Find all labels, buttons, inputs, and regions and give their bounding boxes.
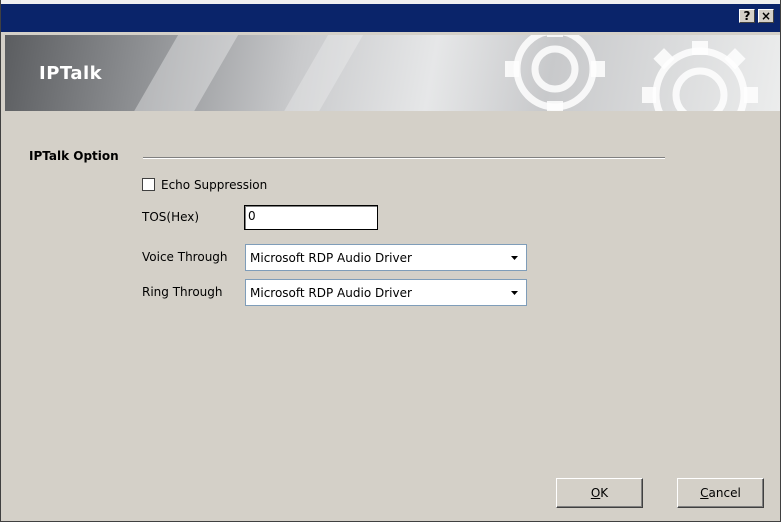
ok-mnemonic: O bbox=[590, 486, 601, 500]
tos-label: TOS(Hex) bbox=[142, 210, 200, 224]
banner-title: IPTalk bbox=[39, 63, 103, 84]
chevron-down-icon bbox=[511, 255, 518, 260]
voice-through-select[interactable]: Microsoft RDP Audio Driver bbox=[245, 244, 527, 271]
ip-talk-dialog: ? × IPTalk IPTalk Option Echo Suppressio… bbox=[0, 0, 781, 522]
echo-suppression-checkbox[interactable] bbox=[142, 178, 155, 191]
chevron-down-icon bbox=[511, 290, 518, 295]
title-bar[interactable]: ? × bbox=[1, 0, 780, 32]
ring-through-value: Microsoft RDP Audio Driver bbox=[250, 286, 412, 300]
gears-icon bbox=[505, 35, 758, 111]
cancel-mnemonic: C bbox=[700, 486, 709, 500]
help-button[interactable]: ? bbox=[739, 9, 755, 23]
echo-suppression-label[interactable]: Echo Suppression bbox=[161, 178, 267, 192]
help-icon: ? bbox=[743, 9, 751, 23]
header-banner: IPTalk bbox=[5, 35, 780, 111]
cancel-button[interactable]: Cancel bbox=[677, 478, 764, 508]
voice-through-value: Microsoft RDP Audio Driver bbox=[250, 251, 412, 265]
ring-through-label: Ring Through bbox=[142, 285, 223, 299]
ok-label-rest: K bbox=[600, 486, 609, 500]
close-button[interactable]: × bbox=[758, 9, 774, 23]
section-title: IPTalk Option bbox=[29, 149, 119, 163]
banner-streak bbox=[126, 35, 244, 111]
voice-through-label: Voice Through bbox=[142, 250, 228, 264]
ok-button[interactable]: OK bbox=[556, 478, 643, 508]
section-divider bbox=[143, 157, 665, 159]
ring-through-select[interactable]: Microsoft RDP Audio Driver bbox=[245, 279, 527, 306]
voice-through-dropdown-button[interactable] bbox=[505, 247, 524, 268]
banner-streak bbox=[276, 35, 369, 111]
tos-input[interactable]: 0 bbox=[244, 205, 378, 230]
close-icon: × bbox=[760, 9, 772, 23]
cancel-label-rest: ancel bbox=[708, 486, 741, 500]
ring-through-dropdown-button[interactable] bbox=[505, 282, 524, 303]
